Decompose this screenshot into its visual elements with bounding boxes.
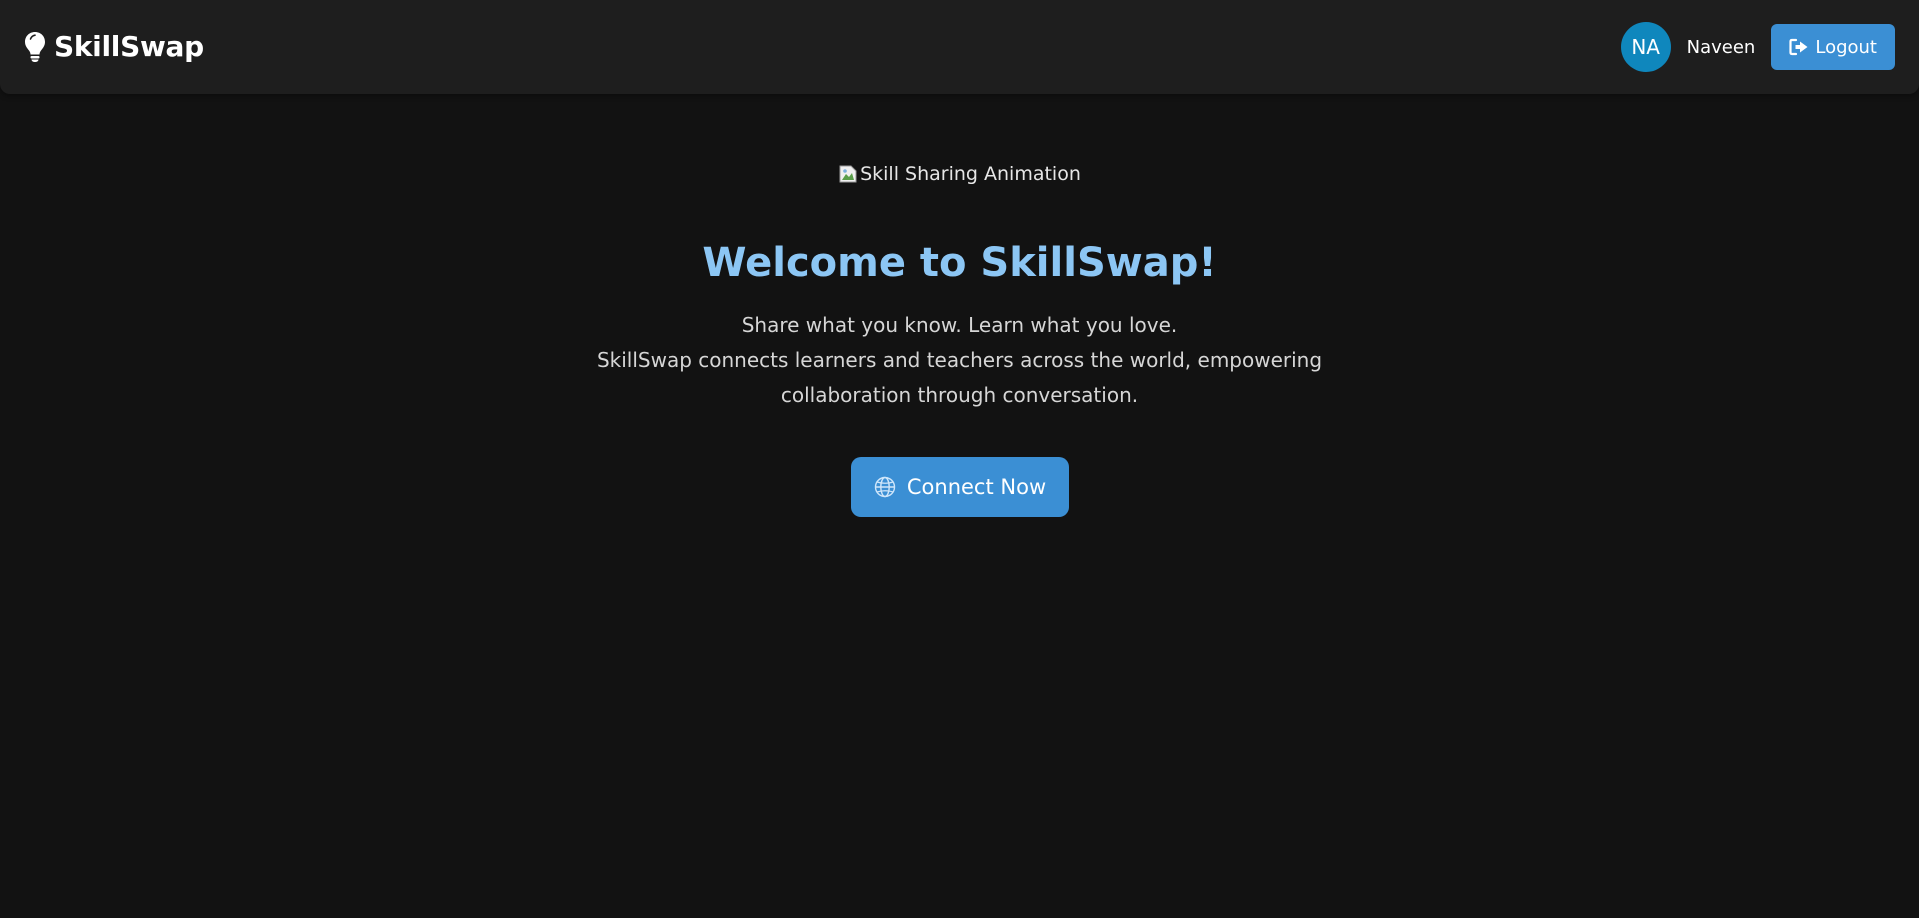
logout-button[interactable]: Logout (1771, 24, 1895, 70)
sign-out-icon (1789, 38, 1808, 56)
brand-name: SkillSwap (54, 30, 204, 63)
hero-description: Share what you know. Learn what you love… (597, 308, 1322, 413)
page-title: Welcome to SkillSwap! (702, 240, 1217, 286)
hero-image-alt: Skill Sharing Animation (860, 163, 1081, 185)
lightbulb-icon (25, 32, 45, 62)
hero-section: Skill Sharing Animation Welcome to Skill… (0, 156, 1919, 517)
connect-now-label: Connect Now (906, 475, 1047, 499)
hero-image: Skill Sharing Animation (838, 156, 1081, 192)
globe-icon (874, 476, 896, 498)
user-menu: NA Naveen Logout (1620, 22, 1895, 72)
description-line-1: SkillSwap connects learners and teachers… (596, 348, 1323, 372)
broken-image-icon (839, 165, 857, 183)
connect-now-button[interactable]: Connect Now (850, 457, 1069, 517)
tagline: Share what you know. Learn what you love… (741, 313, 1178, 337)
brand-logo[interactable]: SkillSwap (24, 30, 204, 64)
description-line-2: collaboration through conversation. (780, 383, 1139, 407)
avatar[interactable]: NA (1620, 22, 1671, 72)
logout-label: Logout (1815, 36, 1877, 58)
navbar: SkillSwap NA Naveen Logout (0, 0, 1919, 94)
username: Naveen (1686, 36, 1756, 58)
